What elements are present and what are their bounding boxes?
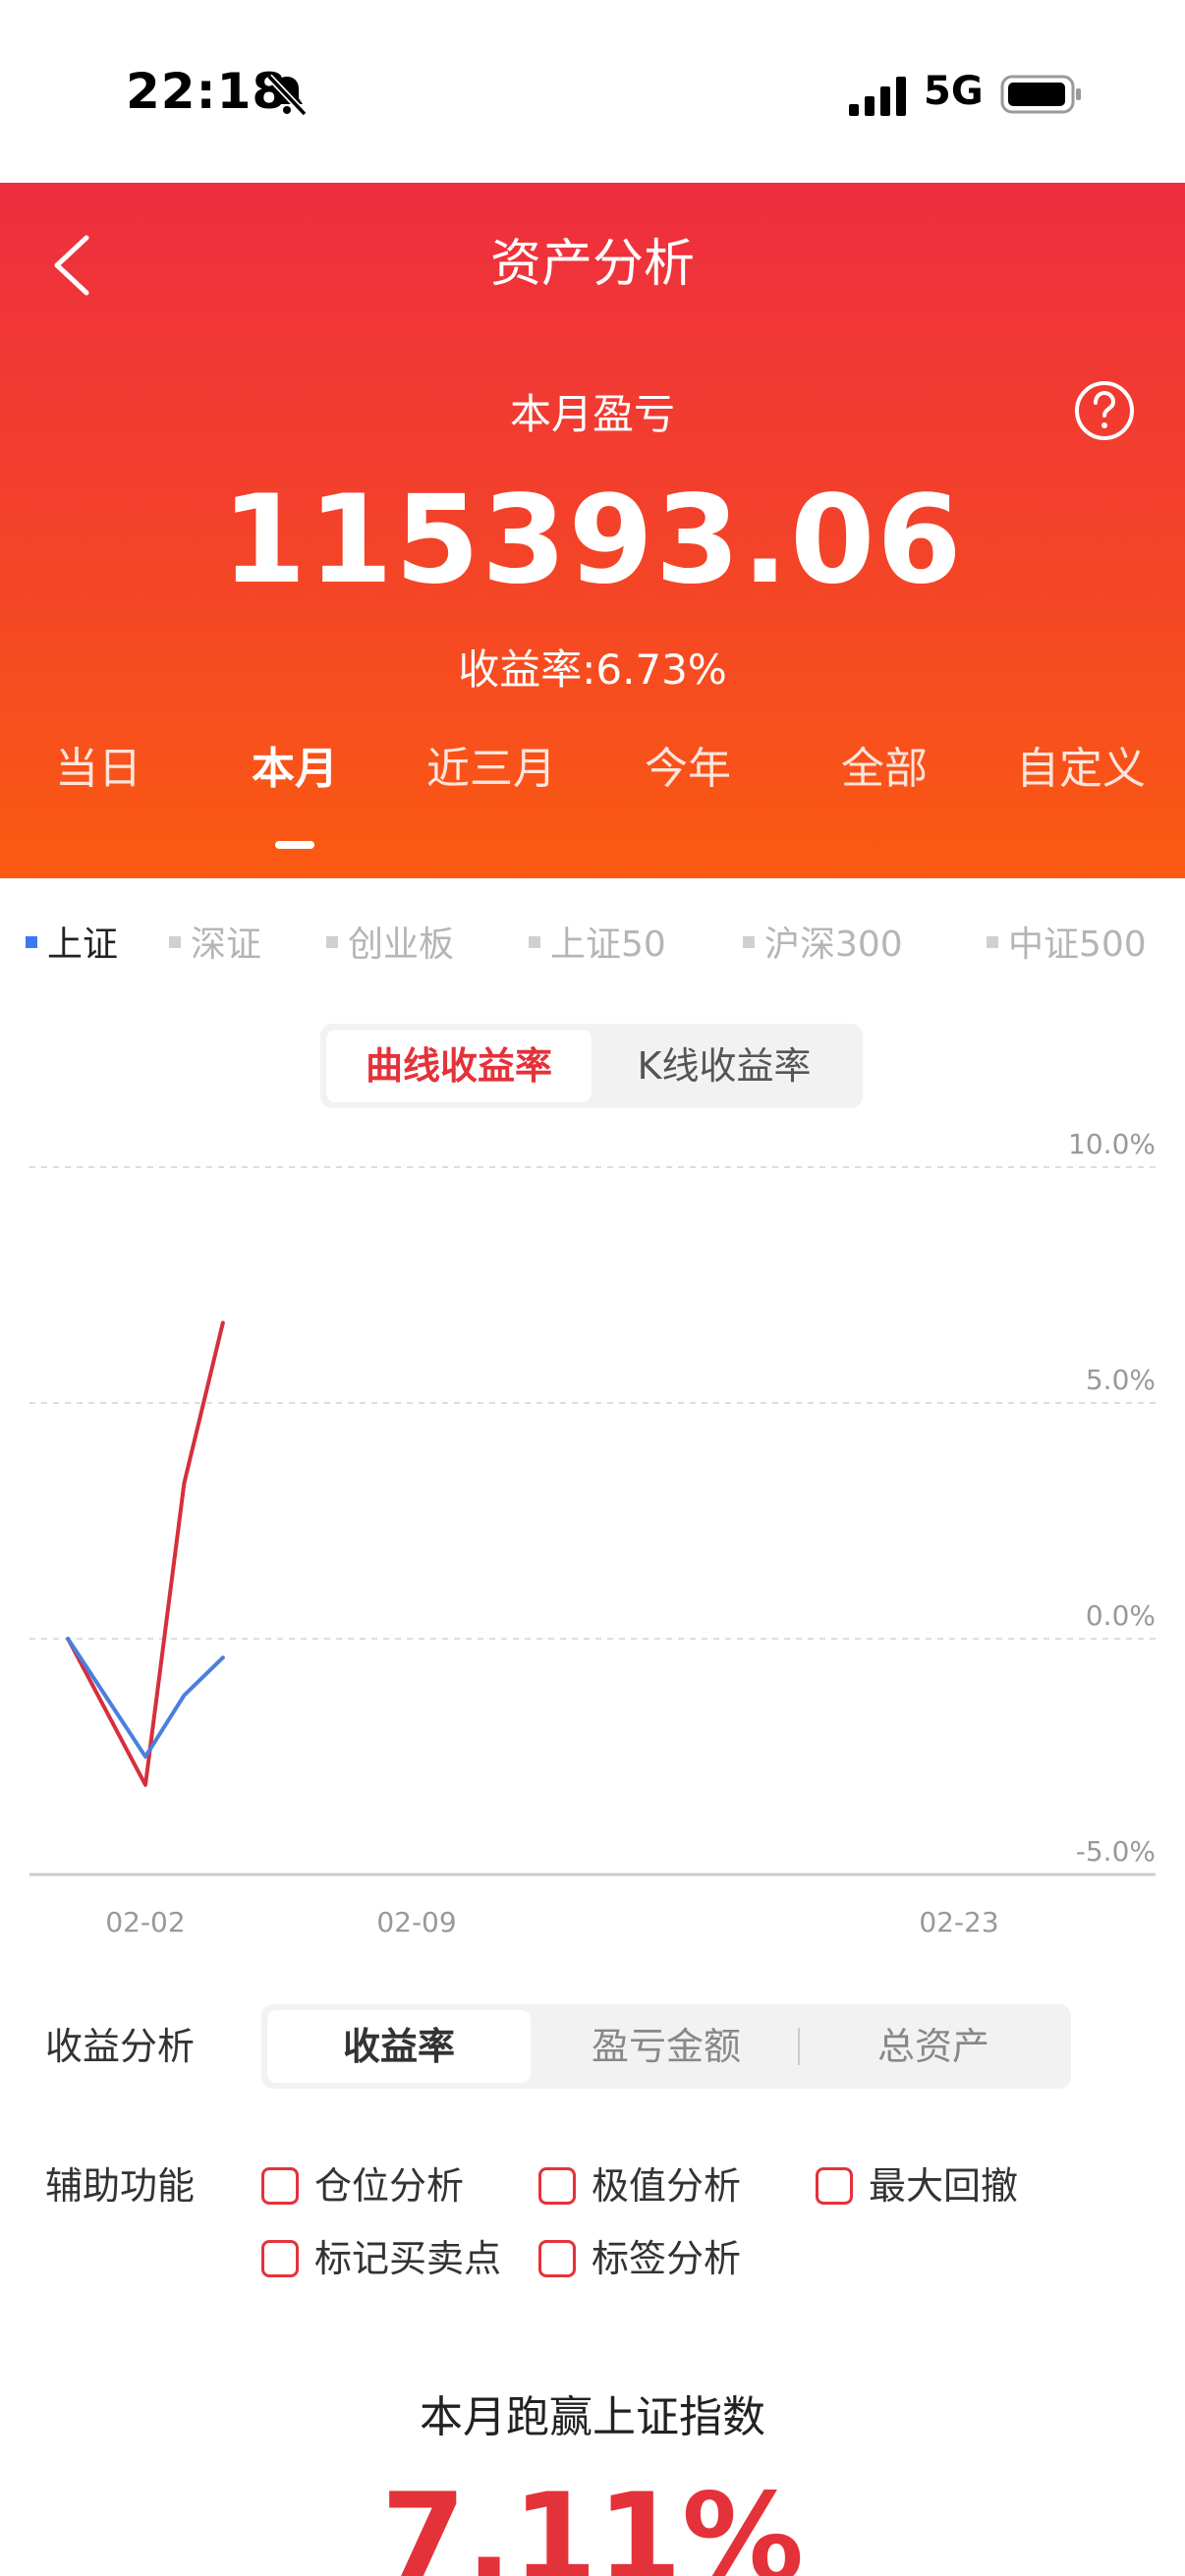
period-tabs: 当日 本月 近三月 今年 全部 自定义 (0, 733, 1185, 851)
tab-this-month[interactable]: 本月 (197, 733, 393, 796)
monthly-pnl-value: 115393.06 (221, 470, 964, 611)
legend-square-icon (987, 936, 998, 948)
status-bar: 22:18 5G (0, 0, 1185, 183)
analysis-label: 收益分析 (45, 2025, 196, 2068)
yield-rate: 收益率:6.73% (458, 645, 727, 694)
legend-square-icon (743, 936, 755, 948)
checkbox-icon (261, 2166, 299, 2205)
checkbox-icon (261, 2239, 299, 2277)
index-shenzhen[interactable]: 深证 (169, 916, 261, 967)
asset-summary-header: 资产分析 本月盈亏 115393.06 收益率:6.73% 当日 本月 近三月 … (0, 183, 1185, 878)
curve-yield-button[interactable]: 曲线收益率 (326, 1030, 592, 1102)
chart-mode-toggle: 曲线收益率 K线收益率 (320, 1024, 863, 1108)
kline-yield-button[interactable]: K线收益率 (592, 1030, 857, 1102)
legend-square-icon (26, 936, 37, 948)
index-chinext[interactable]: 创业板 (326, 916, 454, 967)
yield-line-chart: 10.0% 5.0% 0.0% -5.0% 02-02 02-09 02-23 (29, 1128, 1156, 1935)
index-csi500[interactable]: 中证500 (987, 916, 1147, 967)
total-assets-button[interactable]: 总资产 (802, 2010, 1065, 2083)
checkbox-icon (816, 2166, 853, 2205)
beat-index-value: 7.11% (380, 2468, 805, 2576)
pnl-amount-button[interactable]: 盈亏金额 (535, 2010, 798, 2083)
portfolio-yield-line (66, 1320, 225, 1787)
trade-points-checkbox[interactable]: 标记买卖点 (261, 2228, 501, 2282)
y-tick-label: -5.0% (1076, 1835, 1156, 1868)
yield-rate-button[interactable]: 收益率 (267, 2010, 531, 2083)
legend-square-icon (169, 936, 181, 948)
legend-square-icon (326, 936, 338, 948)
y-tick-label: 0.0% (1086, 1599, 1156, 1632)
max-drawdown-checkbox[interactable]: 最大回撤 (816, 2156, 1018, 2210)
y-tick-label: 10.0% (1068, 1128, 1156, 1160)
tab-three-months[interactable]: 近三月 (393, 733, 590, 796)
auxiliary-label: 辅助功能 (45, 2164, 196, 2208)
cellular-signal-icon (849, 77, 906, 116)
position-analysis-checkbox[interactable]: 仓位分析 (261, 2156, 464, 2210)
extreme-analysis-checkbox[interactable]: 极值分析 (538, 2156, 741, 2210)
x-tick-label: 02-09 (376, 1906, 456, 1935)
index-shanghai[interactable]: 上证 (26, 916, 118, 967)
index-csi300[interactable]: 沪深300 (743, 916, 903, 967)
tab-this-year[interactable]: 今年 (590, 733, 786, 796)
checkbox-icon (538, 2166, 576, 2205)
divider (798, 2028, 800, 2065)
legend-square-icon (529, 936, 540, 948)
tab-today[interactable]: 当日 (0, 733, 197, 796)
x-tick-label: 02-02 (105, 1906, 185, 1935)
tab-all[interactable]: 全部 (786, 733, 983, 796)
page-title: 资产分析 (489, 235, 695, 294)
bell-muted-icon (266, 74, 308, 117)
index-selector: 上证 深证 创业板 上证50 沪深300 中证500 (0, 878, 1185, 1006)
index-sse50[interactable]: 上证50 (529, 916, 666, 967)
monthly-pnl-label: 本月盈亏 (509, 390, 675, 438)
tag-analysis-checkbox[interactable]: 标签分析 (538, 2228, 741, 2282)
x-tick-label: 02-23 (919, 1906, 998, 1935)
beat-index-title: 本月跑赢上证指数 (420, 2392, 765, 2442)
battery-icon (1000, 75, 1081, 114)
checkbox-icon (538, 2239, 576, 2277)
y-tick-label: 5.0% (1086, 1364, 1156, 1396)
tab-custom[interactable]: 自定义 (983, 733, 1179, 796)
index-yield-line (66, 1637, 225, 1759)
analysis-toggle: 收益率 盈亏金额 总资产 (261, 2004, 1071, 2089)
active-tab-indicator (275, 841, 314, 849)
network-type: 5G (924, 69, 984, 114)
